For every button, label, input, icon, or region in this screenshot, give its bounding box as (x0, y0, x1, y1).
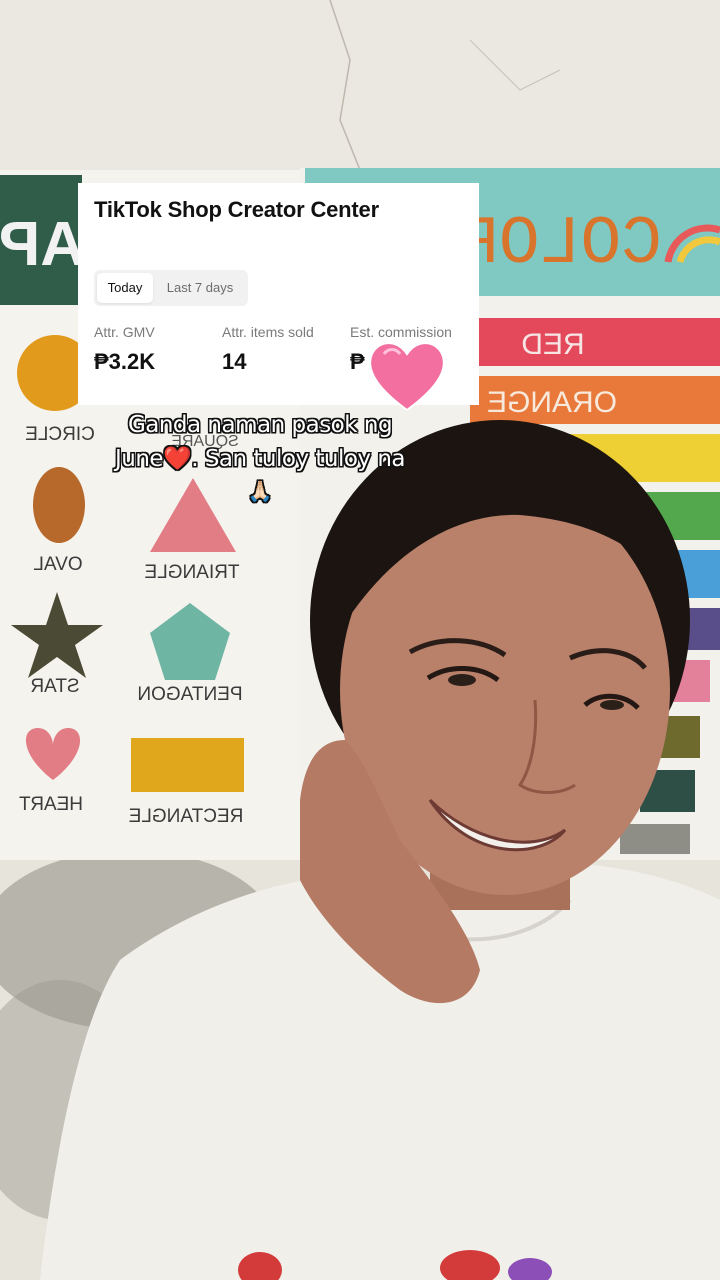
metric-label-items-sold: Attr. items sold (222, 324, 314, 340)
metric-label-gmv: Attr. GMV (94, 324, 155, 340)
caption-line-2: June❤️. San tuloy tuloy na (114, 446, 406, 472)
metric-value-commission: ₱ (350, 349, 365, 374)
shape-label-heart: HEART (19, 794, 83, 815)
colors-poster-header: COLOR (458, 206, 662, 283)
color-label-orange: ORANGE (487, 386, 617, 419)
metric-value-items-sold: 14 (222, 349, 247, 374)
shapes-poster-header: APE (0, 210, 85, 279)
caption-line-3: 🙏🏻 (247, 479, 273, 503)
shape-label-triangle: TRIANGLE (144, 562, 239, 583)
caption-line-1: Ganda naman pasok ng (127, 412, 393, 438)
shape-label-star: STAR (30, 676, 79, 697)
shape-label-rectangle: RECTANGLE (129, 806, 244, 827)
shape-label-pentagon: PENTAGON (137, 684, 242, 705)
card-title: TikTok Shop Creator Center (94, 197, 379, 222)
tab-last-7-days[interactable]: Last 7 days (156, 273, 244, 303)
date-range-tabs: Today Last 7 days (94, 270, 248, 306)
tab-today[interactable]: Today (97, 273, 153, 303)
metric-value-gmv: ₱3.2K (94, 349, 156, 374)
shape-label-oval: OVAL (33, 554, 82, 575)
video-caption: Ganda naman pasok ng June❤️. San tuloy t… (80, 408, 440, 506)
heart-sticker-icon (369, 342, 445, 412)
color-label-red: RED (521, 328, 584, 361)
